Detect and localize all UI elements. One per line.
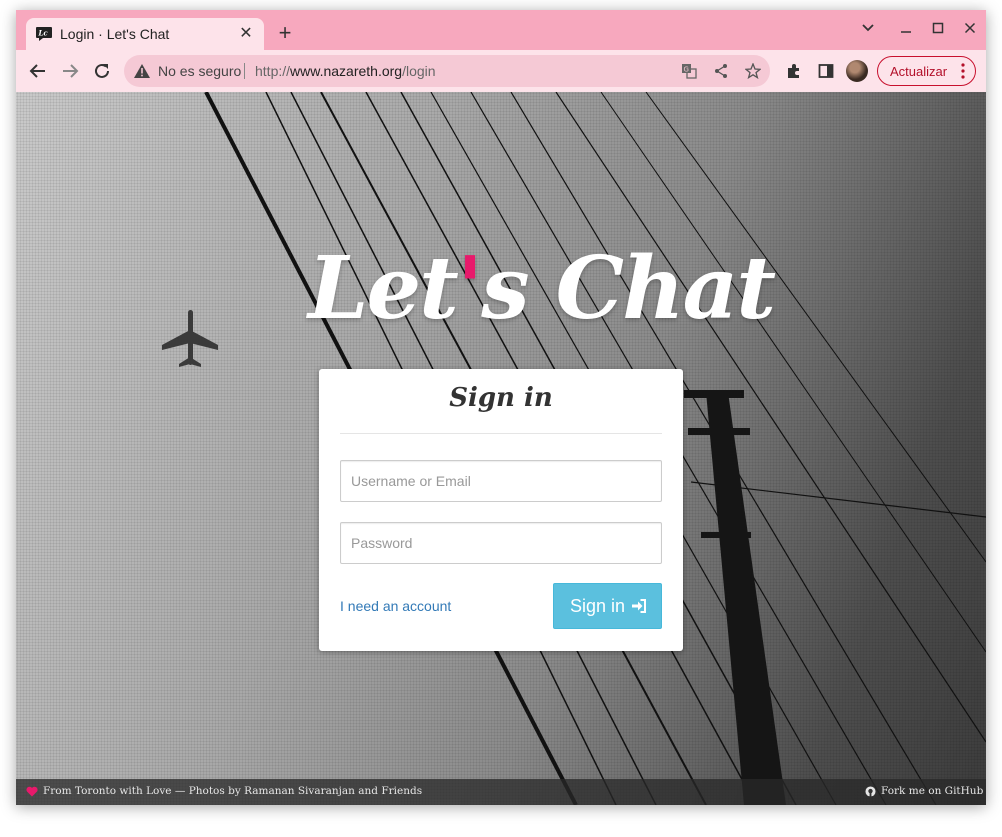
minimize-icon [901,31,911,33]
bookmark-button[interactable] [744,62,762,80]
side-panel-icon [818,64,834,78]
extensions-button[interactable] [782,59,806,83]
more-menu-icon [961,63,965,79]
translate-icon: G [682,64,697,79]
address-bar[interactable]: No es seguro http://www.nazareth.org/log… [124,55,770,87]
new-tab-button[interactable]: + [274,22,296,44]
share-button[interactable] [712,62,730,80]
lets-chat-icon: Lc [36,27,52,41]
page-footer: From Toronto with Love — Photos by Raman… [16,779,986,805]
chevron-down-icon [862,24,874,32]
sign-in-icon [632,599,646,613]
signin-button-label: Sign in [570,596,626,616]
signin-divider [340,433,662,434]
profile-avatar[interactable] [846,60,868,82]
signin-button[interactable]: Sign in [553,583,662,629]
back-arrow-icon [29,64,45,78]
username-input[interactable] [340,460,662,502]
close-icon [964,22,976,34]
footer-credit: From Toronto with Love — Photos by Raman… [43,785,423,797]
url-path: /login [402,63,436,79]
translate-button[interactable]: G [680,62,698,80]
login-page: Let's Chat Sign in I need an account Sig… [16,92,986,805]
close-window-button[interactable] [958,20,982,40]
airplane-icon [162,310,218,367]
minimize-button[interactable] [894,20,918,40]
maximize-button[interactable] [926,20,950,40]
signin-title: Sign in [449,383,553,413]
reload-button[interactable] [90,59,114,83]
password-input[interactable] [340,522,662,564]
tab-search-button[interactable] [856,20,880,40]
browser-toolbar: No es seguro http://www.nazareth.org/log… [16,50,986,92]
star-icon [745,63,761,79]
heart-icon [26,786,38,797]
url-scheme: http:// [255,63,291,79]
logo-apostrophe: ' [456,238,483,339]
back-button[interactable] [26,59,50,83]
tab-title: Login · Let's Chat [60,26,170,42]
url-text[interactable]: http://www.nazareth.org/login [255,63,436,79]
update-button[interactable]: Actualizar [877,56,976,86]
omnibox-divider [244,63,245,79]
logo-text-chat: s Chat [481,238,776,339]
puzzle-icon [788,64,799,78]
tab-close-icon[interactable]: ✕ [236,24,256,44]
reload-icon [95,63,109,78]
forward-button[interactable] [58,59,82,83]
browser-window: Lc Login · Let's Chat ✕ + No es seguro h… [16,10,986,805]
github-icon [865,786,876,797]
register-link[interactable]: I need an account [340,598,451,614]
security-status[interactable]: No es seguro [158,63,241,79]
logo-text-let: Let [308,238,459,339]
side-panel-button[interactable] [814,59,838,83]
maximize-icon [932,22,944,34]
tab-login[interactable]: Lc Login · Let's Chat ✕ [26,18,264,50]
svg-text:G: G [684,66,689,74]
signin-card: Sign in I need an account Sign in [319,369,683,651]
update-label: Actualizar [890,64,948,79]
forward-arrow-icon [63,64,79,78]
github-link[interactable]: Fork me on GitHub » [881,785,986,797]
share-icon [715,64,727,78]
svg-text:Lc: Lc [38,29,49,38]
warning-icon [134,64,150,78]
lets-chat-logo: Let's Chat [308,238,776,348]
url-host: www.nazareth.org [290,63,403,79]
tab-bar: Lc Login · Let's Chat ✕ + [16,10,986,50]
